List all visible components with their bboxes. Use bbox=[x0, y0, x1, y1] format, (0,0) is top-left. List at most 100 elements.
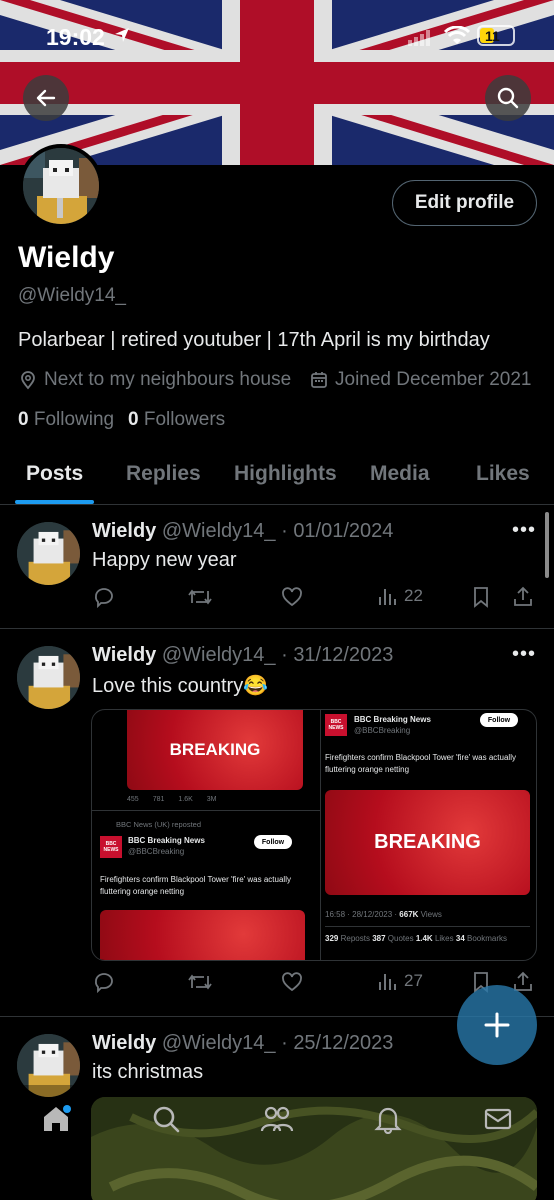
tab-media[interactable]: Media bbox=[370, 462, 430, 486]
bbc-logo: BBC NEWS bbox=[325, 714, 347, 736]
bookmark-button[interactable] bbox=[470, 585, 492, 609]
embed-repost-count: 781 bbox=[152, 796, 165, 803]
embed-headline: Firefighters confirm Blackpool Tower 'fi… bbox=[100, 875, 291, 896]
embed-reply-count: 455 bbox=[127, 796, 139, 803]
share-icon bbox=[514, 586, 532, 606]
status-bar: 19:02 11 bbox=[0, 0, 554, 72]
embed-view-count: 3M bbox=[206, 796, 217, 803]
location-pin-icon bbox=[21, 371, 35, 390]
tab-replies[interactable]: Replies bbox=[126, 462, 201, 486]
profile-bio: Polarbear | retired youtuber | 17th Apri… bbox=[18, 329, 490, 351]
embed-account-handle: @BBCBreaking bbox=[128, 847, 185, 856]
embed-account-name: BBC Breaking News bbox=[354, 715, 431, 724]
post-date[interactable]: 31/12/2023 bbox=[293, 644, 393, 666]
nav-communities[interactable] bbox=[257, 1099, 297, 1139]
bell-icon bbox=[374, 1107, 402, 1134]
nav-home[interactable] bbox=[36, 1099, 76, 1139]
views-icon bbox=[379, 589, 396, 605]
followers-count: 0 bbox=[128, 409, 139, 430]
views-icon bbox=[379, 974, 396, 990]
post[interactable]: Wieldy @Wieldy14_ · 01/01/2024 ••• Happy… bbox=[0, 505, 554, 629]
more-icon[interactable]: ••• bbox=[512, 643, 536, 666]
post-avatar[interactable] bbox=[17, 646, 80, 709]
profile-tabs: Posts Replies Highlights Media Likes bbox=[0, 450, 554, 505]
compose-button[interactable] bbox=[457, 985, 537, 1065]
repost-icon bbox=[188, 974, 212, 990]
views-button[interactable]: 27 bbox=[376, 970, 423, 992]
like-button[interactable] bbox=[280, 970, 304, 994]
repost-icon bbox=[188, 589, 212, 605]
nav-search[interactable] bbox=[146, 1099, 186, 1139]
post-author-name[interactable]: Wieldy bbox=[92, 644, 156, 666]
embed-account-handle: @BBCBreaking bbox=[354, 726, 411, 735]
embed-account-name: BBC Breaking News bbox=[128, 836, 205, 845]
post-author-handle: @Wieldy14_ bbox=[161, 644, 276, 666]
edit-profile-button[interactable]: Edit profile bbox=[392, 180, 537, 226]
profile-name: Wieldy bbox=[18, 241, 115, 274]
location-arrow-icon bbox=[113, 26, 131, 49]
reposted-label: BBC News (UK) reposted bbox=[116, 820, 202, 829]
nav-messages[interactable] bbox=[478, 1099, 518, 1139]
post-header: Wieldy @Wieldy14_ · 31/12/2023 bbox=[92, 644, 394, 666]
reply-button[interactable] bbox=[92, 970, 116, 994]
profile-joined: Joined December 2021 bbox=[309, 369, 531, 391]
post-avatar[interactable] bbox=[17, 522, 80, 585]
wifi-icon bbox=[443, 25, 471, 51]
embed-likes-value: 1.4K bbox=[415, 934, 433, 943]
embed-reposts-label: Reposts bbox=[340, 934, 370, 943]
search-icon bbox=[153, 1106, 180, 1133]
profile-avatar[interactable] bbox=[19, 144, 103, 228]
embed-quotes-value: 387 bbox=[372, 934, 386, 943]
battery-level: 11 bbox=[485, 28, 500, 44]
battery-icon: 11 bbox=[477, 25, 515, 46]
reply-button[interactable] bbox=[92, 585, 116, 609]
calendar-icon bbox=[311, 372, 327, 388]
post-actions: 22 bbox=[92, 585, 537, 613]
views-count: 22 bbox=[404, 586, 423, 605]
embed-quotes-label: Quotes bbox=[387, 934, 414, 943]
views-button[interactable]: 22 bbox=[376, 585, 423, 607]
nav-notifications[interactable] bbox=[368, 1099, 408, 1139]
reply-icon bbox=[95, 588, 113, 609]
following-count: 0 bbox=[18, 409, 29, 430]
profile-location: Next to my neighbours house bbox=[18, 369, 291, 391]
search-button[interactable] bbox=[485, 75, 531, 121]
embed-like-count: 1.6K bbox=[178, 796, 193, 803]
tab-posts[interactable]: Posts bbox=[26, 462, 83, 486]
repost-button[interactable] bbox=[187, 970, 213, 994]
tab-likes[interactable]: Likes bbox=[476, 462, 530, 486]
share-button[interactable] bbox=[512, 585, 534, 609]
back-arrow-icon bbox=[36, 89, 56, 107]
post-media-image[interactable]: BREAKING 455 781 1.6K 3M BBC News (UK) r… bbox=[91, 709, 537, 961]
tab-highlights[interactable]: Highlights bbox=[234, 462, 337, 486]
location-text: Next to my neighbours house bbox=[44, 369, 292, 390]
following-link[interactable]: 0 Following bbox=[18, 409, 114, 431]
repost-button[interactable] bbox=[187, 585, 213, 609]
post-text: Love this country😂 bbox=[92, 675, 269, 697]
active-tab-indicator bbox=[15, 500, 94, 504]
followers-label: Followers bbox=[143, 409, 226, 430]
more-icon[interactable]: ••• bbox=[512, 519, 536, 542]
followers-link[interactable]: 0 Followers bbox=[128, 409, 225, 431]
post-header: Wieldy @Wieldy14_ · 25/12/2023 bbox=[92, 1032, 394, 1054]
embed-follow-button: Follow bbox=[480, 713, 518, 727]
embed-follow-button: Follow bbox=[254, 835, 292, 849]
embed-reposts-value: 329 bbox=[325, 934, 339, 943]
post-author-name[interactable]: Wieldy bbox=[92, 1032, 156, 1054]
reply-icon bbox=[95, 973, 113, 994]
breaking-banner: BREAKING bbox=[325, 790, 530, 895]
embed-views-label: Views bbox=[420, 910, 442, 919]
post-date[interactable]: 25/12/2023 bbox=[293, 1032, 393, 1054]
following-label: Following bbox=[33, 409, 115, 430]
post-author-handle: @Wieldy14_ bbox=[161, 520, 276, 542]
mail-icon bbox=[484, 1108, 512, 1130]
polar-bear-avatar-image bbox=[23, 148, 99, 224]
embed-likes-label: Likes bbox=[434, 934, 454, 943]
views-count: 27 bbox=[404, 971, 423, 990]
post-date[interactable]: 01/01/2024 bbox=[293, 520, 393, 542]
like-button[interactable] bbox=[280, 585, 304, 609]
polar-bear-avatar-image bbox=[17, 646, 80, 709]
post-text: Happy new year bbox=[92, 549, 237, 571]
post-author-name[interactable]: Wieldy bbox=[92, 520, 156, 542]
back-button[interactable] bbox=[23, 75, 69, 121]
